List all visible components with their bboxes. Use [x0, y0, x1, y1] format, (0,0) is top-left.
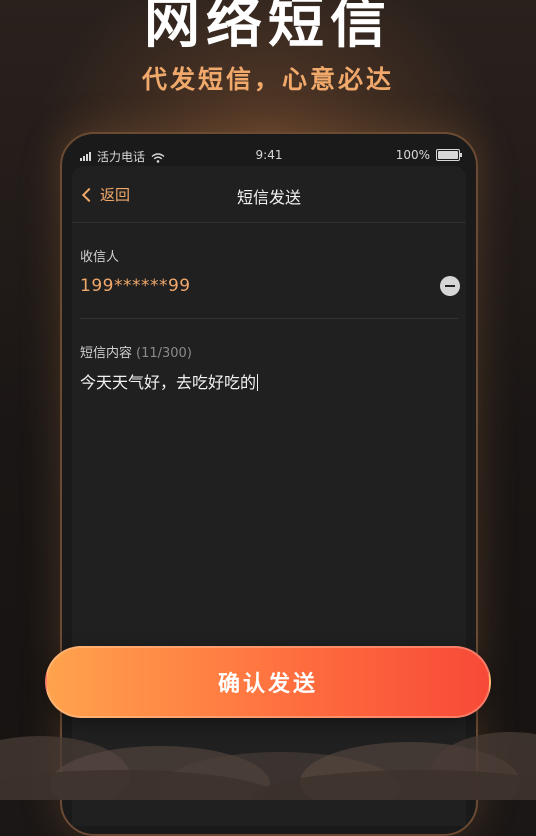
confirm-send-label: 确认发送: [217, 672, 318, 697]
battery-percent: 100%: [395, 148, 430, 162]
page-title: 短信发送: [236, 188, 301, 207]
message-label: 短信内容: [80, 346, 133, 361]
battery-icon: [436, 149, 462, 161]
promo-subheadline: 代发短信，心意必达: [141, 65, 394, 94]
character-count: (11/300): [136, 346, 192, 361]
status-right: 100%: [395, 148, 462, 162]
message-text: 今天天气好，去吃好吃的: [80, 373, 257, 392]
message-label-row: 短信内容 (11/300): [80, 342, 192, 361]
phone-frame: 活力电话 9:41 100% 返回 短信发送 收信人 199******99 短…: [60, 132, 478, 836]
text-cursor: [257, 374, 259, 391]
confirm-send-button[interactable]: 确认发送: [45, 646, 491, 718]
minus-icon: [445, 285, 455, 287]
recipient-label: 收信人: [80, 250, 120, 265]
nav-bar: 返回 短信发送: [72, 166, 466, 223]
sms-screen: 返回 短信发送 收信人 199******99 短信内容 (11/300) 今天天…: [72, 166, 466, 826]
recipient-field[interactable]: 199******99: [80, 276, 191, 296]
message-textarea[interactable]: 今天天气好，去吃好吃的: [80, 371, 450, 611]
remove-recipient-button[interactable]: [440, 276, 460, 296]
status-bar: 活力电话 9:41 100%: [62, 134, 476, 166]
divider: [80, 318, 458, 319]
promo-headline: 网络短信: [144, 0, 392, 56]
